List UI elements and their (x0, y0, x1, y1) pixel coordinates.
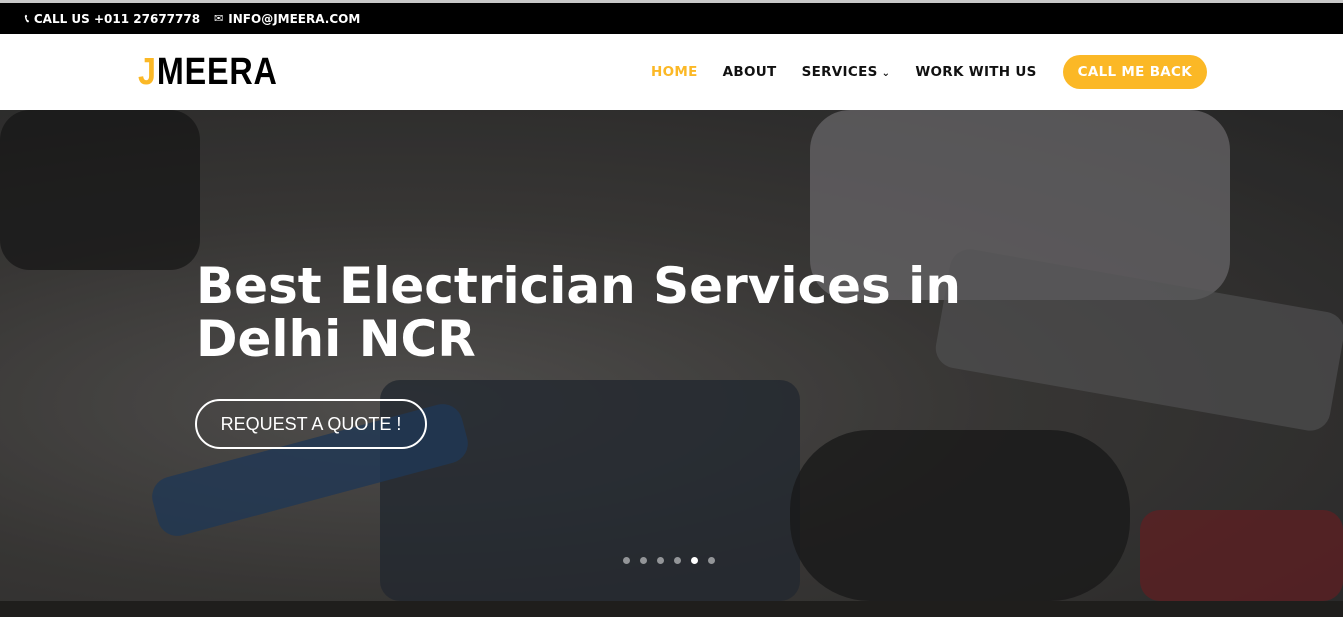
logo-rest: MEERA (156, 51, 278, 93)
slider-dot-5[interactable] (691, 557, 698, 564)
phone-contact[interactable]: 📞︎ CALL US +011 27677778 (25, 12, 200, 26)
main-nav: HOME ABOUT SERVICES ⌄ WORK WITH US CALL M… (651, 34, 1343, 110)
slider-dot-6[interactable] (708, 557, 715, 564)
slider-dot-3[interactable] (657, 557, 664, 564)
email-text: INFO@JMEERA.COM (228, 11, 361, 26)
slider-dot-4[interactable] (674, 557, 681, 564)
nav-services-label: SERVICES (801, 64, 878, 80)
nav-home[interactable]: HOME (651, 64, 698, 80)
logo-j: J (138, 51, 157, 93)
nav-work-with-us[interactable]: WORK WITH US (915, 64, 1036, 80)
call-me-back-button[interactable]: CALL ME BACK (1062, 55, 1207, 89)
slider-dots (623, 557, 715, 564)
hero-slider: Best Electrician Services in Delhi NCR R… (0, 110, 1343, 601)
envelope-icon: ✉ (214, 12, 224, 25)
nav-services[interactable]: SERVICES ⌄ (802, 64, 891, 80)
nav-about[interactable]: ABOUT (723, 64, 777, 80)
request-quote-button[interactable]: REQUEST A QUOTE ! (195, 399, 427, 449)
contact-bar: 📞︎ CALL US +011 27677778 ✉ INFO@JMEERA.COM (0, 3, 1343, 34)
bottom-strip (0, 601, 1343, 617)
phone-text: CALL US +011 27677778 (33, 11, 201, 26)
phone-icon: 📞︎ (25, 11, 29, 25)
email-contact[interactable]: ✉ INFO@JMEERA.COM (214, 12, 360, 26)
site-header: JMEERA HOME ABOUT SERVICES ⌄ WORK WITH US… (0, 34, 1343, 110)
hero-title: Best Electrician Services in Delhi NCR (196, 257, 961, 368)
slider-dot-2[interactable] (640, 557, 647, 564)
slider-dot-1[interactable] (623, 557, 630, 564)
logo[interactable]: JMEERA (138, 52, 278, 92)
chevron-down-icon: ⌄ (881, 68, 891, 79)
